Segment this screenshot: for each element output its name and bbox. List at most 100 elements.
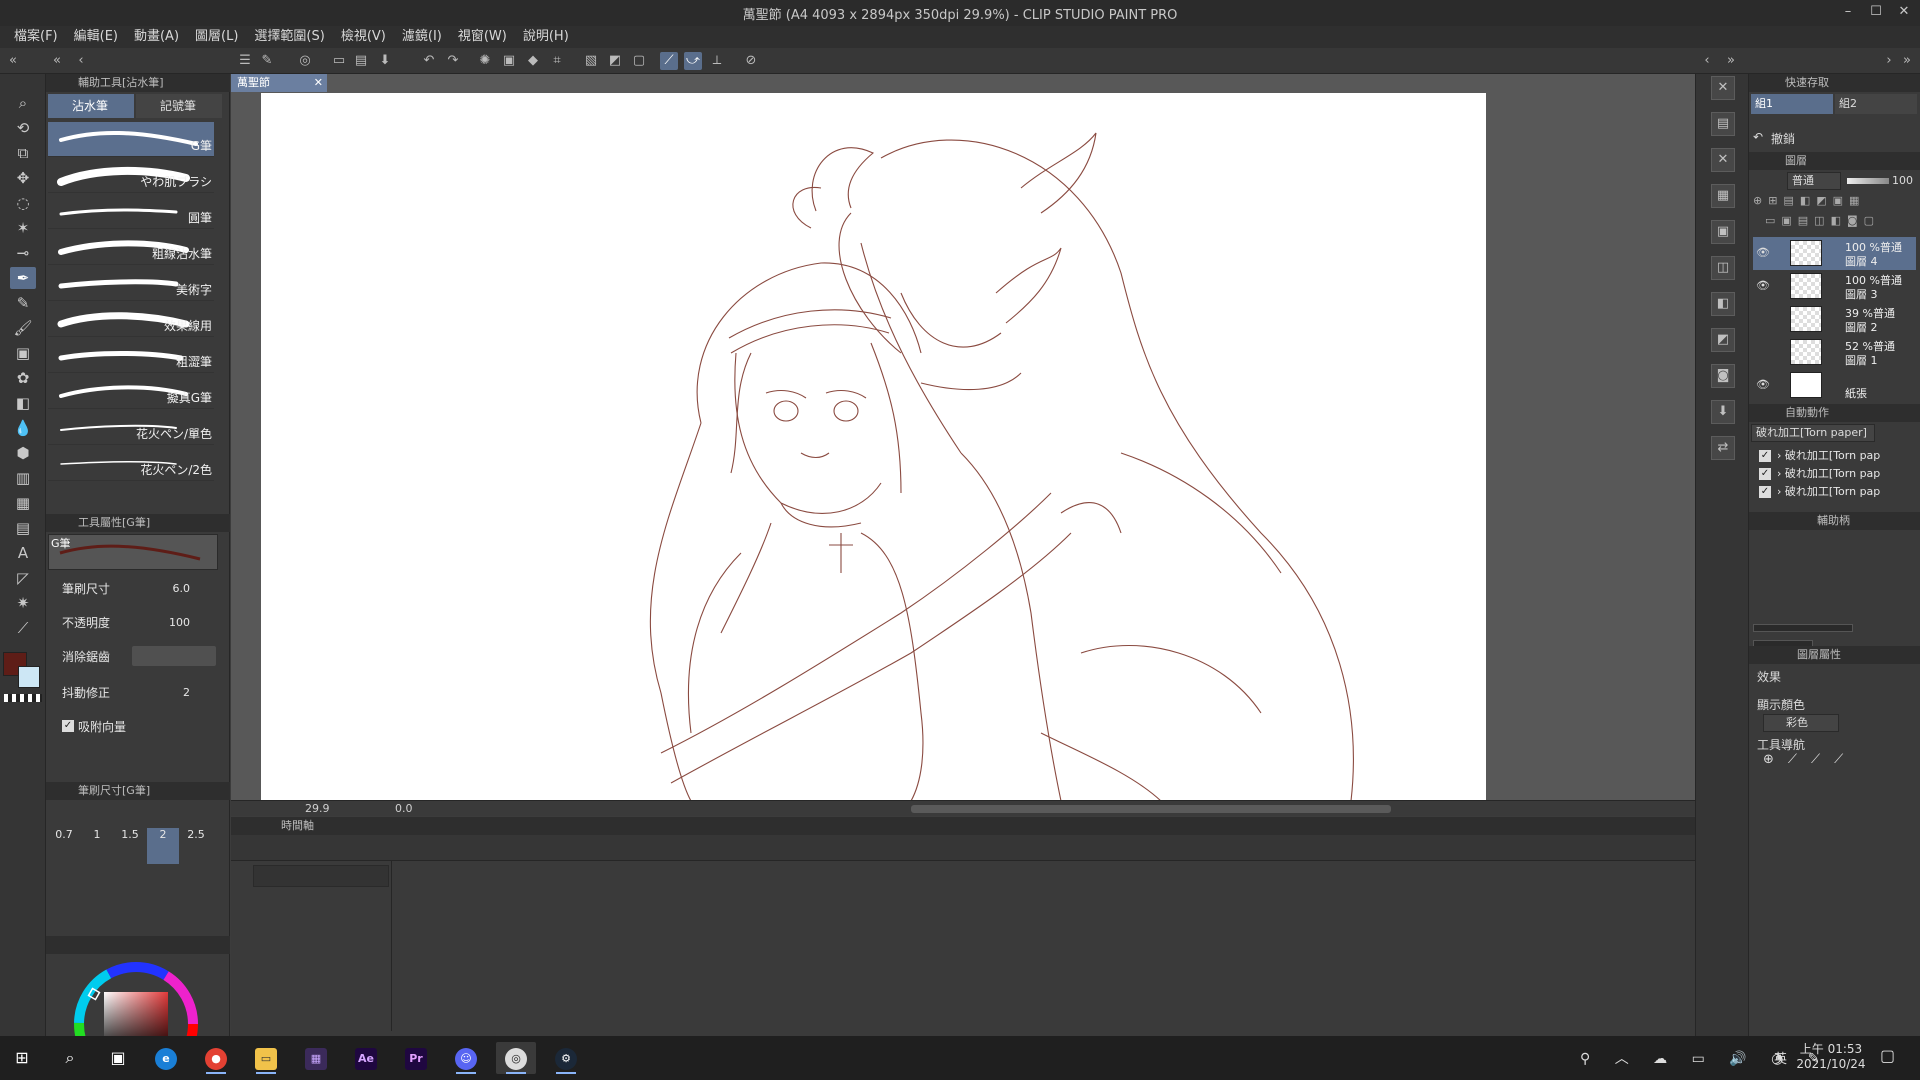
anti-alias-selector[interactable] <box>132 646 216 666</box>
pr-app-icon[interactable]: ▦ <box>296 1042 336 1074</box>
start-icon[interactable]: ⊞ <box>2 1042 42 1074</box>
brush-item[interactable]: 粗澀筆 <box>48 338 214 373</box>
opacity-value[interactable]: 100 <box>169 616 190 629</box>
layer-item[interactable]: 39 %普通 圖層 2 <box>1753 303 1916 336</box>
clip-studio-icon[interactable]: ◎ <box>296 52 314 70</box>
menu-filter[interactable]: 濾鏡(I) <box>394 26 450 48</box>
brush-size-cell[interactable]: 1 <box>81 828 113 864</box>
menu-edit[interactable]: 編輯(E) <box>66 26 126 48</box>
lasso-tool-icon[interactable]: ◌ <box>10 192 36 214</box>
layer-item[interactable]: 👁 紙張 <box>1753 369 1916 402</box>
sync-icon[interactable]: ⇄ <box>1711 436 1735 460</box>
snap-grid-icon[interactable]: ⟂ <box>708 52 726 70</box>
clear-icon[interactable]: ✺ <box>476 52 494 70</box>
clear-outside-icon[interactable]: ▣ <box>500 52 518 70</box>
redo-icon[interactable]: ↷ <box>444 52 462 70</box>
premiere-icon[interactable]: Pr <box>396 1042 436 1074</box>
undo-icon-right[interactable]: ↶ <box>1753 130 1763 144</box>
discord-icon[interactable]: ☺ <box>446 1042 486 1074</box>
action-checkbox[interactable]: ✓ <box>1759 450 1771 462</box>
pen-tool-icon[interactable]: ✒ <box>10 267 36 289</box>
snap-special-ruler-icon[interactable]: ⤻ <box>684 52 702 70</box>
gradient-tool-icon[interactable]: ▥ <box>10 467 36 489</box>
minimize-button[interactable]: – <box>1836 2 1860 22</box>
brush-item[interactable]: 花火ペン/2色 <box>48 446 214 481</box>
visibility-eye-icon[interactable]: 👁 <box>1756 246 1770 259</box>
collapse-left-icon[interactable]: « <box>4 52 22 70</box>
brush-size-cell[interactable]: 2.5 <box>180 828 212 864</box>
layer-item[interactable]: 👁 100 %普通 圖層 3 <box>1753 270 1916 303</box>
frame-tool-icon[interactable]: ▤ <box>10 517 36 539</box>
menu-view[interactable]: 檢視(V) <box>333 26 394 48</box>
close-panel-icon-2[interactable]: ✕ <box>1711 148 1735 172</box>
fill-icon[interactable]: ◆ <box>524 52 542 70</box>
brush-size-cell[interactable]: 0.7 <box>48 828 80 864</box>
file-explorer-icon[interactable]: ▭ <box>246 1042 286 1074</box>
action-checkbox[interactable]: ✓ <box>1759 468 1771 480</box>
horizontal-scrollbar[interactable] <box>911 805 1391 813</box>
invert-selection-icon[interactable]: ◩ <box>606 52 624 70</box>
collapse-far-right-icon[interactable]: » <box>1898 52 1916 70</box>
auto-action-item[interactable]: ✓ › 破れ加工[Torn pap <box>1753 482 1916 502</box>
figure-tool-icon[interactable]: ▦ <box>10 492 36 514</box>
balloon-tool-icon[interactable]: ◸ <box>10 567 36 589</box>
brush-item[interactable]: やわ肌ブラシ <box>48 158 214 193</box>
blend-mode-select[interactable]: 普通 <box>1787 172 1841 190</box>
stabilization-row[interactable]: 抖動修正 2 <box>56 680 216 704</box>
material-icon[interactable]: ▤ <box>1711 112 1735 136</box>
eraser-tool-icon[interactable]: ◧ <box>10 392 36 414</box>
blend-tool-icon[interactable]: 💧 <box>10 417 36 439</box>
menu-icon[interactable]: ☰ <box>236 52 254 70</box>
brush-size-row[interactable]: 筆刷尺寸 6.0 <box>56 576 216 600</box>
text-tool-icon[interactable]: A <box>10 542 36 564</box>
opacity-row[interactable]: 不透明度 100 <box>56 610 216 634</box>
navigator-icon[interactable]: ◫ <box>1711 256 1735 280</box>
notification-icon[interactable]: ▢ <box>1880 1046 1895 1065</box>
chevron-right-icon[interactable]: › <box>1777 467 1785 480</box>
ime-indicator[interactable]: 英 <box>1774 1048 1787 1067</box>
chevron-left-icon[interactable]: ‹ <box>72 52 90 70</box>
menu-animation[interactable]: 動畫(A) <box>126 26 187 48</box>
fill-tool-icon[interactable]: ⬢ <box>10 442 36 464</box>
expand-right-icon[interactable]: » <box>1722 52 1740 70</box>
edge-icon[interactable]: e <box>146 1042 186 1074</box>
snap-vector-row[interactable]: ✓ 吸附向量 <box>56 714 216 738</box>
document-tab[interactable]: 萬聖節 ✕ <box>231 74 327 92</box>
undo-icon[interactable]: ↶ <box>420 52 438 70</box>
menu-window[interactable]: 視窗(W) <box>450 26 515 48</box>
move-tool-icon[interactable]: ✥ <box>10 167 36 189</box>
quick-access-set-2[interactable]: 組2 <box>1835 94 1917 114</box>
collapse-right-icon[interactable]: ‹ <box>1698 52 1716 70</box>
snap-ruler-icon[interactable]: ⟋ <box>660 52 678 70</box>
layer-item[interactable]: 👁 100 %普通 圖層 4 <box>1753 237 1916 270</box>
brush-tool-icon[interactable]: 🖌 <box>10 317 36 339</box>
rotation-value[interactable]: 0.0 <box>395 802 413 815</box>
zoom-value[interactable]: 29.9 <box>305 802 330 815</box>
open-file-icon[interactable]: ▤ <box>352 52 370 70</box>
layer-move-icon[interactable]: ⧉ <box>10 142 36 164</box>
edit-icon[interactable]: ✎ <box>258 52 276 70</box>
tray-clock[interactable]: 上午 01:53 2021/10/24 <box>1796 1040 1866 1071</box>
collapse-left-icon-2[interactable]: « <box>48 52 66 70</box>
tool-navigation-buttons[interactable]: ⊕⟋⟋⟋ <box>1763 752 1913 774</box>
tab-dip-pen[interactable]: 沾水筆 <box>48 94 134 118</box>
visibility-eye-icon[interactable]: 👁 <box>1756 279 1770 292</box>
menu-help[interactable]: 說明(H) <box>515 26 577 48</box>
brush-item[interactable]: G筆 <box>48 122 214 157</box>
chrome-icon[interactable]: ● <box>196 1042 236 1074</box>
snap-vector-checkbox[interactable]: ✓ <box>62 720 74 732</box>
sub-color-swatch[interactable] <box>18 666 40 688</box>
save-icon[interactable]: ⬇ <box>376 52 394 70</box>
history-icon[interactable]: ◧ <box>1711 292 1735 316</box>
auto-action-item[interactable]: ✓ › 破れ加工[Torn pap <box>1753 464 1916 484</box>
brush-size-value[interactable]: 6.0 <box>173 582 191 595</box>
decoration-tool-icon[interactable]: ✿ <box>10 367 36 389</box>
tray-icons[interactable]: ⚲ ︿ ☁ ▭ 🔊 ◔ ✎ <box>1580 1048 1830 1068</box>
layer-item[interactable]: 52 %普通 圖層 1 <box>1753 336 1916 369</box>
brush-item[interactable]: 美術字 <box>48 266 214 301</box>
navigator-zoom-slider[interactable] <box>1753 624 1853 632</box>
close-panel-icon[interactable]: ✕ <box>1711 76 1735 100</box>
menu-layer[interactable]: 圖層(L) <box>187 26 246 48</box>
camera-icon[interactable]: ◙ <box>1711 364 1735 388</box>
property-icon[interactable]: ◩ <box>1711 328 1735 352</box>
